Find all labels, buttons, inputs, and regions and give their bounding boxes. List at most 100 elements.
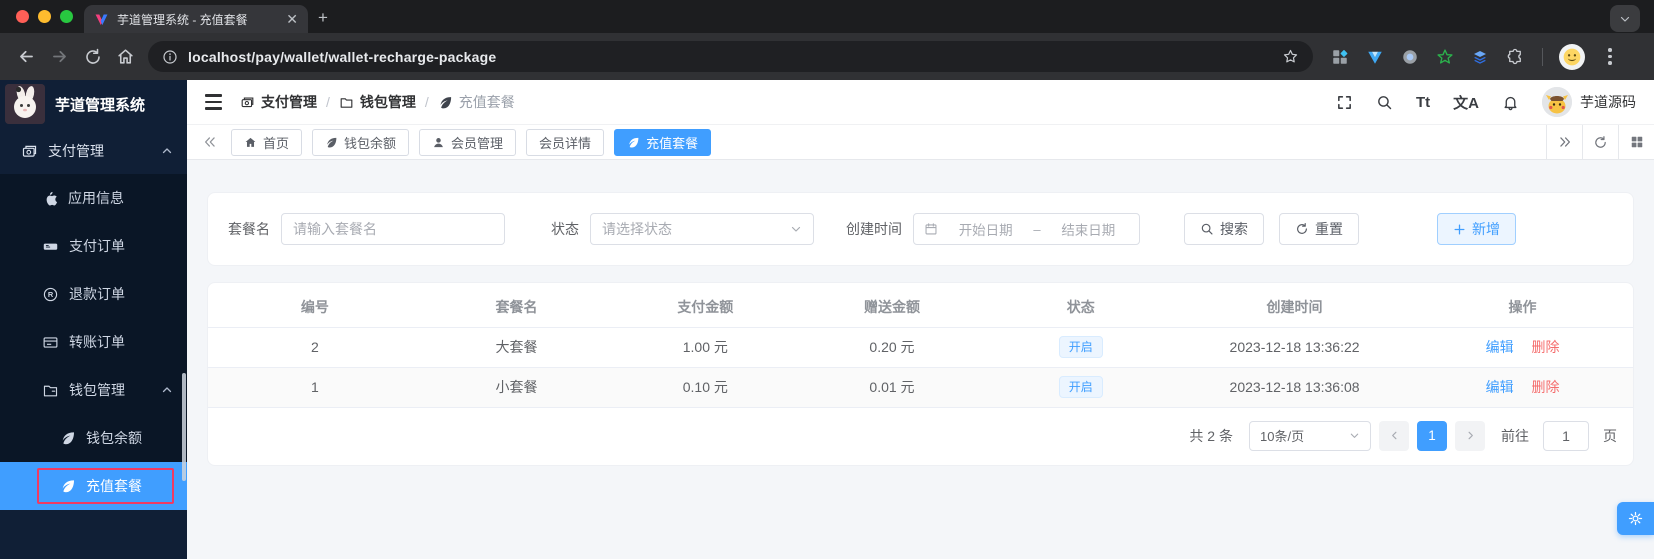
sidebar-item-recharge-package[interactable]: 充值套餐	[0, 462, 187, 510]
prev-page-button[interactable]	[1379, 420, 1409, 451]
next-page-button[interactable]	[1455, 420, 1485, 451]
search-button[interactable]: 搜索	[1184, 213, 1264, 245]
breadcrumb-item-payment[interactable]: 支付管理	[240, 92, 317, 112]
breadcrumb-item-recharge-package: 充值套餐	[438, 92, 515, 112]
pagination-total: 共 2 条	[1189, 427, 1233, 444]
current-page-button[interactable]: 1	[1417, 420, 1447, 451]
sidebar-scrollbar[interactable]	[182, 373, 186, 481]
site-info-icon[interactable]	[162, 49, 178, 65]
user-avatar	[1542, 87, 1572, 117]
url-text[interactable]: localhost/pay/wallet/wallet-recharge-pac…	[188, 49, 1272, 65]
search-icon[interactable]	[1376, 94, 1393, 111]
toolbar-divider	[1542, 47, 1543, 66]
breadcrumb-item-wallet[interactable]: 钱包管理	[339, 92, 416, 112]
sidebar-item-label: 支付管理	[48, 143, 104, 159]
leaf-icon	[62, 480, 74, 493]
green-star-extension-icon[interactable]	[1434, 46, 1456, 68]
fullscreen-icon[interactable]	[1336, 94, 1353, 111]
theme-settings-button[interactable]	[1617, 502, 1654, 535]
minimize-window-button[interactable]	[38, 10, 51, 23]
sidebar-logo[interactable]: 芋道管理系统	[0, 80, 187, 128]
sidebar-submenu: 应用信息 支付订单 R 退款订单 转账订单 钱包管理 钱包余额 充值套餐	[0, 174, 187, 510]
font-size-icon[interactable]: Tt	[1416, 94, 1430, 111]
cell-name: 大套餐	[421, 327, 612, 368]
sidebar-item-payment-orders[interactable]: 支付订单	[0, 222, 187, 270]
scroll-tabs-right-icon[interactable]	[1546, 124, 1582, 160]
leaf-icon	[327, 137, 337, 148]
language-icon[interactable]: 文A	[1453, 92, 1479, 113]
leaf-icon	[62, 432, 74, 445]
close-window-button[interactable]	[16, 10, 29, 23]
tab-close-icon[interactable]: ✕	[286, 12, 298, 26]
edit-link[interactable]: 编辑	[1486, 339, 1514, 355]
scroll-tabs-left-icon[interactable]	[203, 135, 217, 149]
calendar-icon	[925, 223, 937, 235]
favicon-v-logo-icon	[94, 12, 109, 27]
address-bar[interactable]: localhost/pay/wallet/wallet-recharge-pac…	[148, 41, 1313, 72]
sidebar-item-payment-management[interactable]: 支付管理	[0, 128, 187, 174]
package-name-input[interactable]	[281, 213, 505, 245]
new-tab-button[interactable]: +	[318, 8, 328, 28]
add-button-label: 新增	[1472, 221, 1500, 237]
gray-circle-extension-icon[interactable]	[1399, 46, 1421, 68]
status-select[interactable]: 请选择状态	[590, 213, 814, 245]
plus-icon	[1454, 224, 1465, 234]
delete-link[interactable]: 删除	[1532, 379, 1560, 395]
vue-devtools-icon[interactable]	[1364, 46, 1386, 68]
browser-profile-avatar[interactable]	[1559, 43, 1585, 70]
cell-name: 小套餐	[421, 367, 612, 408]
forward-button[interactable]	[43, 40, 76, 73]
reset-button-label: 重置	[1315, 221, 1343, 237]
sidebar-item-app-info[interactable]: 应用信息	[0, 174, 187, 222]
tab-wallet-balance[interactable]: 钱包余额	[312, 128, 410, 156]
page-header: 支付管理 / 钱包管理 / 充值套餐 Tt 文A 芋道源码	[187, 80, 1654, 125]
sidebar-item-wallet-balance[interactable]: 钱包余额	[0, 414, 187, 462]
sidebar-item-refund-orders[interactable]: R 退款订单	[0, 270, 187, 318]
edit-link[interactable]: 编辑	[1486, 379, 1514, 395]
cell-created: 2023-12-18 13:36:08	[1176, 367, 1413, 408]
cell-created: 2023-12-18 13:36:22	[1176, 327, 1413, 368]
col-header-status: 状态	[984, 287, 1177, 328]
extension-grid-icon[interactable]	[1329, 46, 1351, 68]
refresh-page-icon[interactable]	[1582, 124, 1618, 160]
collapse-sidebar-icon[interactable]	[205, 94, 222, 110]
page-unit-label: 页	[1603, 427, 1617, 444]
tab-label: 会员管理	[451, 135, 504, 151]
browser-menu-icon[interactable]	[1608, 48, 1612, 65]
tab-search-button[interactable]	[1610, 5, 1640, 32]
sidebar-item-transfer-orders[interactable]: 转账订单	[0, 318, 187, 366]
tab-home[interactable]: 首页	[231, 128, 303, 156]
notification-bell-icon[interactable]	[1502, 94, 1519, 111]
macos-traffic-lights[interactable]	[16, 10, 73, 23]
home-button[interactable]	[109, 40, 142, 73]
search-icon	[1201, 223, 1213, 235]
col-header-id: 编号	[208, 287, 422, 328]
back-button[interactable]	[10, 40, 43, 73]
goto-page-input[interactable]	[1543, 420, 1589, 451]
date-start-placeholder: 开始日期	[958, 223, 1013, 238]
page-size-select[interactable]: 10条/页	[1249, 420, 1371, 451]
reload-button[interactable]	[76, 40, 109, 73]
leaf-icon	[440, 96, 451, 108]
tab-label: 钱包余额	[344, 135, 397, 151]
chevron-left-icon	[1391, 431, 1396, 440]
sidebar-item-wallet-management[interactable]: 钱包管理	[0, 366, 187, 414]
bookmark-star-icon[interactable]	[1282, 48, 1299, 65]
tab-member-management[interactable]: 会员管理	[419, 128, 517, 156]
paypal-badge-icon	[43, 243, 58, 250]
user-menu[interactable]: 芋道源码	[1542, 87, 1636, 117]
blue-layers-extension-icon[interactable]	[1469, 46, 1491, 68]
table-header-row: 编号 套餐名 支付金额 赠送金额 状态 创建时间 操作	[208, 287, 1633, 328]
tab-member-detail[interactable]: 会员详情	[526, 128, 605, 156]
delete-link[interactable]: 删除	[1532, 339, 1560, 355]
layout-grid-icon[interactable]	[1618, 124, 1654, 160]
date-range-picker[interactable]: 开始日期 – 结束日期	[913, 213, 1140, 245]
tab-recharge-package[interactable]: 充值套餐	[614, 128, 712, 156]
app-title: 芋道管理系统	[55, 96, 146, 114]
extensions-puzzle-icon[interactable]	[1504, 46, 1526, 68]
add-button[interactable]: 新增	[1437, 213, 1516, 245]
payment-icon	[22, 145, 37, 157]
maximize-window-button[interactable]	[60, 10, 73, 23]
browser-tab[interactable]: 芋道管理系统 - 充值套餐 ✕	[84, 5, 308, 33]
reset-button[interactable]: 重置	[1279, 213, 1359, 245]
